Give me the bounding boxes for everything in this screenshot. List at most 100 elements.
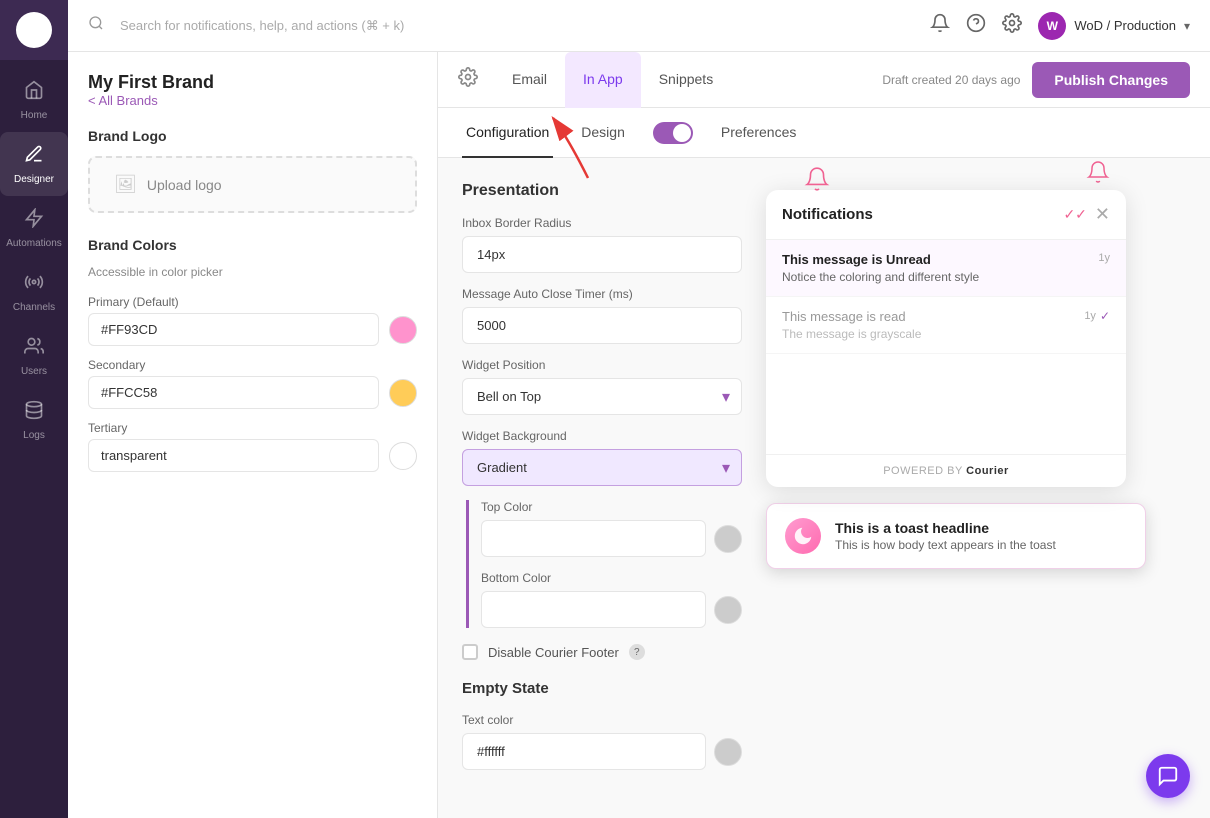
sidebar-logs-label: Logs: [23, 430, 45, 441]
tertiary-color-input-container: [88, 439, 379, 472]
top-color-input[interactable]: [481, 520, 706, 557]
search-icon: [88, 15, 104, 36]
bottom-color-row: [481, 591, 742, 628]
tab-inapp-label: In App: [583, 71, 623, 87]
sidebar-nav: Home Designer Automations: [0, 60, 68, 452]
content-area: My First Brand < All Brands Brand Logo 🖼…: [68, 52, 1210, 818]
sidebar-item-home[interactable]: Home: [0, 68, 68, 132]
brand-colors-title: Brand Colors: [88, 237, 417, 253]
disable-footer-checkbox[interactable]: [462, 644, 478, 660]
automations-icon: [24, 208, 44, 234]
users-icon: [24, 336, 44, 362]
text-color-input[interactable]: [462, 733, 706, 770]
bottom-color-input[interactable]: [481, 591, 706, 628]
notif-item-time-read: 1y: [1084, 310, 1096, 322]
notif-item-unread[interactable]: This message is Unread 1y Notice the col…: [766, 240, 1126, 297]
primary-color-input[interactable]: [88, 313, 379, 346]
inbox-border-radius-input[interactable]: [462, 236, 742, 273]
primary-color-swatch[interactable]: [389, 316, 417, 344]
toast-content: This is a toast headline This is how bod…: [835, 520, 1056, 552]
toggle-switch[interactable]: [653, 122, 693, 144]
tertiary-color-swatch[interactable]: [389, 442, 417, 470]
right-column: Notifications ✓✓ ✕ This message is Unrea…: [766, 182, 1186, 784]
upload-logo-label: Upload logo: [147, 177, 222, 193]
sidebar-home-label: Home: [21, 110, 48, 121]
main-area: Search for notifications, help, and acti…: [68, 0, 1210, 818]
chat-button[interactable]: [1146, 754, 1190, 798]
notif-item-title: This message is Unread: [782, 252, 931, 267]
workspace-switcher[interactable]: W WoD / Production ▾: [1038, 12, 1190, 40]
notif-item-header: This message is Unread 1y: [782, 252, 1110, 267]
disable-footer-label: Disable Courier Footer: [488, 645, 619, 660]
message-auto-close-input[interactable]: [462, 307, 742, 344]
notif-item-body: Notice the coloring and different style: [782, 270, 1110, 284]
sidebar-item-designer[interactable]: Designer: [0, 132, 68, 196]
secondary-color-input-container: [88, 376, 379, 409]
form-section: Presentation Inbox Border Radius Message…: [462, 182, 742, 784]
tertiary-color-input[interactable]: [88, 439, 379, 472]
help-icon[interactable]: [966, 13, 986, 38]
bottom-color-label: Bottom Color: [481, 571, 742, 585]
publish-changes-button[interactable]: Publish Changes: [1032, 62, 1190, 98]
text-color-row: [462, 733, 742, 770]
brand-title: My First Brand: [88, 72, 417, 93]
widget-background-select-container: Gradient ▾: [462, 449, 742, 486]
sidebar-designer-label: Designer: [14, 174, 54, 185]
main-content: Presentation Inbox Border Radius Message…: [438, 158, 1210, 808]
bottom-color-swatch[interactable]: [714, 596, 742, 624]
upload-logo-button[interactable]: 🖼 Upload logo: [88, 156, 417, 213]
widget-background-group: Widget Background Gradient ▾: [462, 429, 742, 486]
all-brands-link[interactable]: < All Brands: [88, 93, 417, 108]
toast-body: This is how body text appears in the toa…: [835, 538, 1056, 552]
toggle-knob: [673, 124, 691, 142]
widget-background-select[interactable]: Gradient: [462, 449, 742, 486]
topbar-right: W WoD / Production ▾: [930, 12, 1190, 40]
brand-settings-icon[interactable]: [458, 67, 478, 92]
secondary-color-swatch[interactable]: [389, 379, 417, 407]
primary-color-row: [88, 313, 417, 346]
settings-icon[interactable]: [1002, 13, 1022, 38]
designer-icon: [24, 144, 44, 170]
inbox-border-radius-label: Inbox Border Radius: [462, 216, 742, 230]
notif-item-time: 1y: [1098, 252, 1110, 264]
notif-time-check: 1y ✓: [1084, 309, 1110, 323]
sidebar-item-users[interactable]: Users: [0, 324, 68, 388]
footer-help-icon[interactable]: ?: [629, 644, 645, 660]
notif-footer: POWERED BY Courier: [766, 454, 1126, 487]
sidebar-item-logs[interactable]: Logs: [0, 388, 68, 452]
tab-inapp[interactable]: In App: [565, 52, 641, 108]
logs-icon: [24, 400, 44, 426]
sidebar-logo[interactable]: [0, 0, 68, 60]
notif-close-icon[interactable]: ✕: [1095, 204, 1110, 225]
bottom-color-group: Bottom Color: [481, 571, 742, 628]
sidebar-item-channels[interactable]: Channels: [0, 260, 68, 324]
secondary-color-input[interactable]: [88, 376, 379, 409]
workspace-name: WoD / Production: [1074, 18, 1176, 33]
toggle[interactable]: [653, 122, 693, 144]
tab-snippets[interactable]: Snippets: [641, 52, 731, 108]
text-color-swatch[interactable]: [714, 738, 742, 766]
topbar: Search for notifications, help, and acti…: [68, 0, 1210, 52]
app-logo-icon: [16, 12, 52, 48]
tab-email[interactable]: Email: [494, 52, 565, 108]
notifications-bell-icon[interactable]: [930, 13, 950, 38]
primary-color-input-container: [88, 313, 379, 346]
config-tab-configuration[interactable]: Configuration: [462, 108, 553, 158]
config-tab-design[interactable]: Design: [577, 108, 629, 158]
inbox-border-radius-group: Inbox Border Radius: [462, 216, 742, 273]
top-color-swatch[interactable]: [714, 525, 742, 553]
widget-position-select[interactable]: Bell on Top: [462, 378, 742, 415]
footer-checkbox-row: Disable Courier Footer ?: [462, 644, 742, 660]
notif-check-all-icon[interactable]: ✓✓: [1063, 206, 1086, 223]
sidebar-item-automations[interactable]: Automations: [0, 196, 68, 260]
top-color-row: [481, 520, 742, 557]
powered-by-label: POWERED BY: [883, 465, 962, 477]
secondary-color-row: [88, 376, 417, 409]
message-auto-close-label: Message Auto Close Timer (ms): [462, 287, 742, 301]
notif-bell-above: [1086, 160, 1110, 189]
brand-colors-subtitle: Accessible in color picker: [88, 265, 417, 279]
notif-item-read[interactable]: This message is read 1y ✓ The message is…: [766, 297, 1126, 354]
search-placeholder-text[interactable]: Search for notifications, help, and acti…: [120, 18, 404, 34]
gradient-subsection: Top Color Bottom Color: [466, 500, 742, 628]
config-tab-preferences[interactable]: Preferences: [717, 108, 800, 158]
